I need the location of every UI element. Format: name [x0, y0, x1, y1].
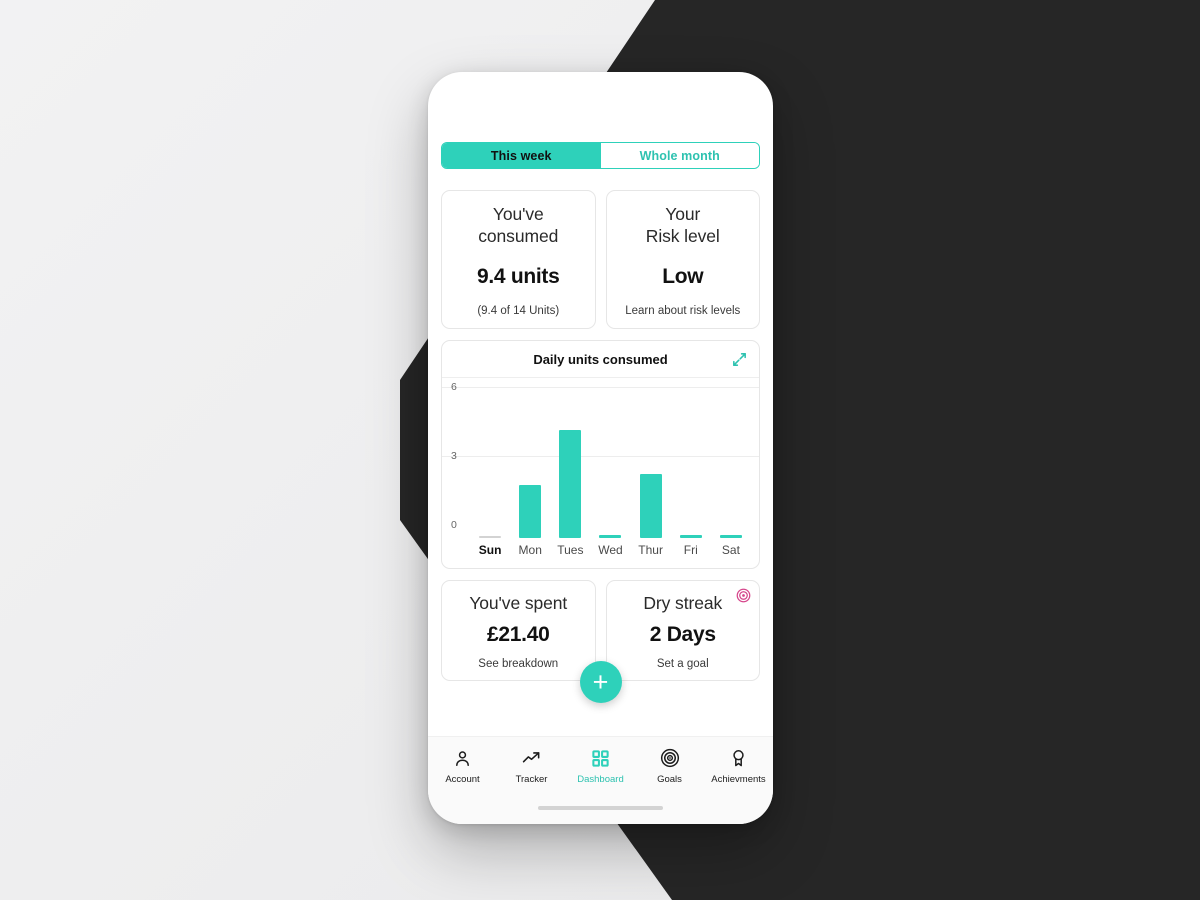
award-medal-icon — [729, 748, 748, 768]
nav-item-account[interactable]: Account — [428, 748, 497, 785]
consumed-card[interactable]: You've consumed 9.4 units (9.4 of 14 Uni… — [441, 190, 596, 329]
bar-fri — [679, 534, 702, 538]
tab-this-week[interactable]: This week — [442, 143, 601, 168]
home-indicator[interactable] — [538, 806, 663, 810]
expand-diagonal-icon[interactable] — [731, 351, 748, 368]
bar-col-sun[interactable] — [472, 378, 508, 538]
spent-card-title: You've spent — [469, 592, 568, 613]
dry-streak-card-title: Dry streak — [643, 592, 723, 613]
risk-card-title: Your Risk level — [646, 203, 720, 248]
app-screen: This week Whole month You've consumed 9.… — [428, 72, 773, 736]
y-tick-0: 0 — [451, 518, 457, 531]
bar-sun — [479, 535, 502, 538]
nav-label-achievements: Achievments — [711, 774, 766, 785]
spent-card-link[interactable]: See breakdown — [478, 658, 558, 670]
x-label-wed: Wed — [598, 542, 623, 557]
bar-mon — [519, 484, 542, 538]
y-tick-6: 6 — [451, 380, 457, 393]
nav-label-goals: Goals — [657, 774, 682, 785]
tab-this-week-label: This week — [490, 148, 552, 163]
dry-streak-card-value: 2 Days — [649, 623, 716, 647]
dry-streak-card-link[interactable]: Set a goal — [657, 658, 709, 670]
chart-plot-area: 6 3 0 — [442, 378, 759, 538]
chart-title: Daily units consumed — [533, 351, 668, 367]
x-label-sat: Sat — [721, 542, 740, 557]
chart-header: Daily units consumed — [442, 352, 759, 378]
bar-wed — [599, 534, 622, 538]
x-label-mon: Mon — [518, 542, 542, 557]
tab-whole-month[interactable]: Whole month — [600, 143, 759, 168]
spent-card-value: £21.40 — [487, 623, 550, 647]
bar-col-fri[interactable] — [673, 378, 709, 538]
grid-icon — [591, 748, 610, 768]
nav-label-tracker: Tracker — [515, 774, 548, 785]
x-label-sun: Sun — [478, 542, 502, 557]
consumed-title-line1: You've — [492, 204, 544, 224]
bottom-navigation: Account Tracker Dashboard Goals Achievme… — [428, 736, 773, 806]
chart-bars — [470, 378, 751, 538]
status-bar-spacer — [441, 72, 760, 142]
bar-thur — [639, 473, 662, 538]
trending-up-icon — [521, 748, 542, 768]
nav-item-achievements[interactable]: Achievments — [704, 748, 773, 785]
risk-level-card[interactable]: Your Risk level Low Learn about risk lev… — [605, 190, 760, 329]
bar-col-thur[interactable] — [633, 378, 669, 538]
x-label-fri: Fri — [683, 542, 698, 557]
bar-col-wed[interactable] — [593, 378, 629, 538]
daily-units-chart-card: Daily units consumed 6 3 0 Sun Mon Tues … — [441, 339, 760, 569]
target-rings-icon — [660, 748, 680, 768]
phone-mockup: This week Whole month You've consumed 9.… — [428, 72, 773, 824]
y-tick-3: 3 — [451, 449, 457, 462]
add-entry-fab[interactable]: + — [579, 661, 622, 704]
risk-card-link[interactable]: Learn about risk levels — [625, 305, 740, 317]
risk-title-line2: Risk level — [645, 226, 720, 247]
home-indicator-area — [428, 806, 773, 824]
consumed-card-title: You've consumed — [478, 203, 558, 248]
target-icon — [736, 588, 751, 603]
nav-item-tracker[interactable]: Tracker — [497, 748, 566, 785]
bar-col-mon[interactable] — [512, 378, 548, 538]
chart-x-labels: Sun Mon Tues Wed Thur Fri Sat — [470, 543, 751, 557]
risk-card-value: Low — [662, 264, 704, 288]
consumed-card-sub: (9.4 of 14 Units) — [477, 304, 560, 317]
x-label-tues: Tues — [557, 542, 584, 557]
bar-tues — [559, 429, 582, 538]
nav-item-goals[interactable]: Goals — [635, 748, 704, 785]
bar-col-tues[interactable] — [552, 378, 588, 538]
nav-item-dashboard[interactable]: Dashboard — [566, 748, 635, 785]
period-segmented-control[interactable]: This week Whole month — [441, 142, 760, 169]
bar-sat — [719, 534, 742, 538]
x-label-thur: Thur — [638, 542, 663, 557]
dry-streak-card[interactable]: Dry streak 2 Days Set a goal — [605, 579, 760, 682]
consumed-title-line2: consumed — [478, 226, 559, 247]
summary-card-row: You've consumed 9.4 units (9.4 of 14 Uni… — [441, 190, 760, 329]
tab-whole-month-label: Whole month — [639, 148, 720, 163]
nav-label-account: Account — [445, 774, 480, 785]
risk-title-line1: Your — [665, 204, 701, 224]
consumed-card-value: 9.4 units — [477, 264, 560, 288]
nav-label-dashboard: Dashboard — [577, 774, 624, 785]
person-icon — [453, 748, 472, 768]
plus-icon: + — [592, 666, 609, 697]
spent-card[interactable]: You've spent £21.40 See breakdown — [441, 579, 596, 682]
bar-col-sat[interactable] — [713, 378, 749, 538]
stat-card-section: You've spent £21.40 See breakdown Dry st… — [441, 579, 760, 704]
